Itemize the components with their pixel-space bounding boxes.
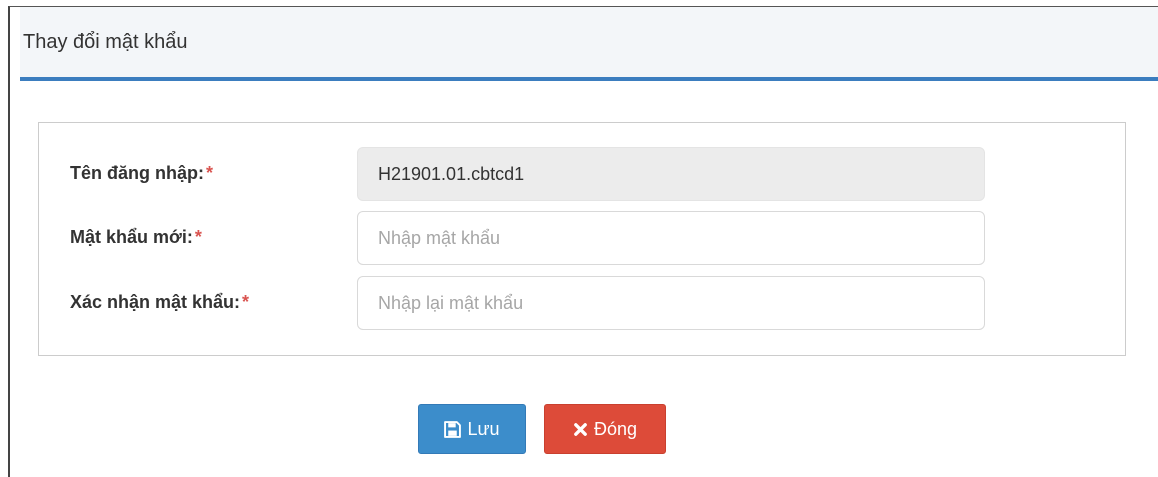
close-icon (573, 422, 588, 437)
required-mark: * (242, 292, 250, 312)
password-form-panel: Tên đăng nhập:* Mật khẩu mới:* Xác nhận … (38, 122, 1126, 356)
username-input (357, 147, 985, 201)
new-password-row: Mật khẩu mới: * (39, 211, 1125, 267)
username-label: Tên đăng nhập: * (70, 163, 213, 184)
confirm-password-row: Xác nhận mật khẩu: * (39, 276, 1125, 332)
new-password-label-text: Mật khẩu mới: (70, 227, 193, 247)
required-mark: * (206, 163, 214, 183)
modal-title: Thay đổi mật khẩu (23, 31, 188, 53)
confirm-password-input[interactable] (357, 276, 985, 330)
new-password-label: Mật khẩu mới: * (70, 227, 202, 248)
save-button-label: Lưu (467, 418, 500, 439)
modal-header: Thay đổi mật khẩu (20, 7, 1158, 81)
close-button[interactable]: Đóng (544, 404, 666, 454)
required-mark: * (194, 227, 202, 247)
close-button-label: Đóng (593, 418, 638, 439)
confirm-password-label-text: Xác nhận mật khẩu: (70, 292, 241, 312)
username-row: Tên đăng nhập: * (39, 147, 1125, 203)
floppy-disk-icon (444, 420, 462, 438)
username-label-text: Tên đăng nhập: (70, 163, 204, 183)
confirm-password-label: Xác nhận mật khẩu: * (70, 292, 249, 313)
save-button[interactable]: Lưu (418, 404, 526, 454)
new-password-input[interactable] (357, 211, 985, 265)
